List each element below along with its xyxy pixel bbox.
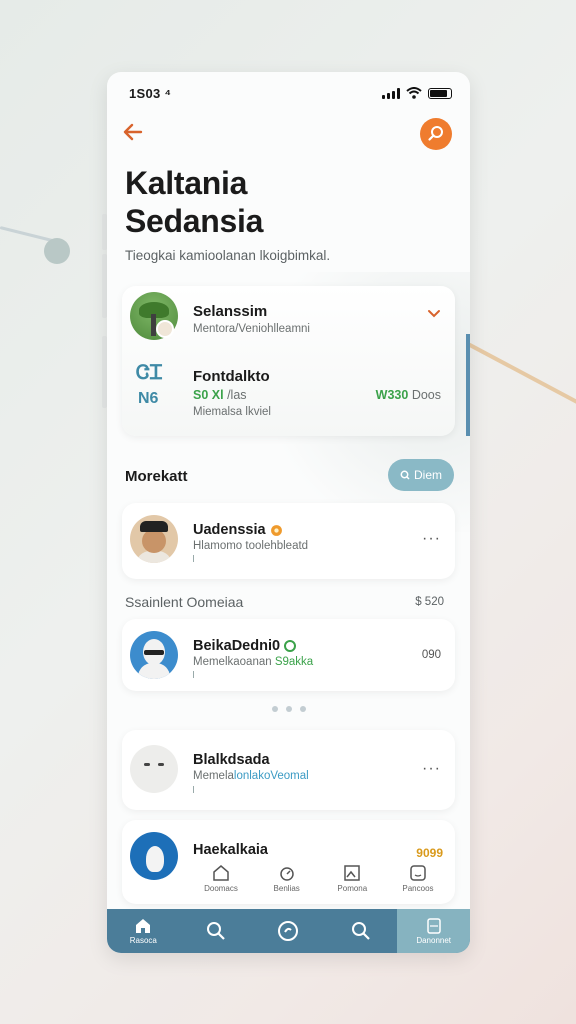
status-bar: 1S03 ⁴ [129, 84, 452, 102]
search-icon [206, 922, 225, 940]
feature-sub: Miemalsa lkviel [193, 406, 271, 418]
title-line-1: Kaltania [125, 165, 248, 201]
mini-nav-label: Doomacs [204, 884, 238, 893]
home-icon [213, 865, 229, 881]
more-icon[interactable]: ··· [422, 760, 441, 778]
mini-nav-timer[interactable]: Benlias [258, 864, 316, 893]
tab-label: Danonnet [416, 935, 452, 945]
timer-icon [279, 867, 294, 881]
list-item[interactable]: Uadenssia Hlamomo toolehbleatd ··· [122, 503, 455, 579]
status-time: 1S03 ⁴ [129, 85, 172, 101]
person-name-text: Uadenssia [193, 522, 266, 538]
tab-documents[interactable]: Danonnet [397, 909, 470, 953]
person-sub: Hlamomo toolehbleatd [193, 540, 309, 552]
list-item[interactable]: Haekalkaia 9099 Doomacs Benlias Pomona P… [122, 820, 455, 904]
section-title: Morekatt [125, 468, 188, 485]
compass-icon [278, 921, 299, 941]
page-subtitle: Tieogkai kamioolanan lkoigbimkal. [125, 248, 331, 263]
person-name: Blalkdsada [193, 752, 270, 768]
face-icon [410, 865, 426, 881]
image-icon [344, 865, 361, 881]
pill-label: Diem [413, 468, 442, 482]
right-value-unit: Doos [411, 388, 441, 402]
feature-value-highlight: S0 Xl [193, 388, 224, 402]
person-name-text: BeikaDedni0 [193, 638, 281, 654]
search-button[interactable] [420, 118, 452, 150]
chevron-down-icon[interactable] [427, 306, 441, 323]
online-icon [284, 640, 297, 652]
person-value: 9099 [416, 846, 443, 860]
person-sub: MemelalonlakoVeomal [193, 770, 309, 782]
mini-nav-label: Benlias [273, 884, 300, 893]
person-sub-text: Memelkaoanan [193, 656, 275, 668]
home-icon [136, 918, 151, 933]
person-value: 090 [421, 649, 441, 661]
signal-icon [382, 87, 400, 99]
tab-search[interactable] [180, 909, 253, 953]
feature-code: N6 [138, 390, 159, 407]
tab-search-2[interactable] [325, 909, 398, 953]
summary-sub: Mentora/Veniohlleamni [193, 323, 310, 335]
group-label: Ssainlent Oomeiaa [125, 594, 244, 610]
avatar [130, 515, 178, 563]
mini-nav-label: Pomona [337, 884, 368, 893]
person-name: Uadenssia [193, 522, 283, 538]
back-arrow-icon[interactable] [121, 120, 147, 146]
background-blob [44, 238, 70, 264]
page-indicator [107, 706, 470, 712]
person-sub: Memelkaoanan S9akka [193, 656, 313, 668]
search-icon [352, 922, 370, 940]
search-icon [428, 126, 443, 141]
filter-pill-button[interactable]: Diem [388, 459, 454, 491]
feature-right-value: W330 Doos [376, 388, 441, 402]
list-item[interactable]: Blalkdsada MemelalonlakoVeomal ··· [122, 730, 455, 810]
bottom-tab-bar: Rasoca Danonnet [107, 909, 470, 953]
feature-title: Fontdalkto [193, 368, 270, 385]
mini-nav-home[interactable]: Doomacs [192, 864, 250, 893]
tab-label: Rasoca [129, 935, 157, 945]
mini-nav: Doomacs Benlias Pomona Pancoos [192, 864, 447, 893]
right-value-highlight: W330 [375, 388, 409, 402]
person-name-text: Haekalkaia [193, 842, 268, 858]
summary-card[interactable]: Selanssim Mentora/Veniohlleamni ᏣᏆ N6 Fo… [122, 286, 455, 436]
person-sub-text: Memela [193, 770, 234, 782]
scroll-accent [466, 334, 470, 436]
more-icon[interactable]: ··· [422, 530, 441, 548]
person-name: BeikaDedni0 [193, 638, 297, 654]
list-item[interactable]: BeikaDedni0 Memelkaoanan S9akka 090 [122, 619, 455, 691]
phone-screen: 1S03 ⁴ Kaltania Sedansia Tieogkai kamioo… [107, 72, 470, 953]
tab-explore[interactable] [252, 909, 325, 953]
document-icon [426, 917, 441, 934]
group-value: $ 520 [415, 596, 444, 608]
search-icon [400, 470, 410, 480]
page-title: Kaltania Sedansia [125, 164, 263, 240]
summary-name: Selanssim [193, 303, 268, 320]
title-line-2: Sedansia [125, 203, 264, 239]
feature-value-unit: /las [227, 388, 247, 402]
mini-nav-profile[interactable]: Pancoos [389, 864, 447, 893]
mini-nav-label: Pancoos [402, 884, 434, 893]
wifi-icon [406, 87, 422, 99]
avatar-badge [156, 320, 174, 338]
avatar [130, 745, 178, 793]
feature-glyph: ᏣᏆ [136, 362, 163, 384]
flower-icon [270, 524, 282, 536]
avatar [130, 832, 178, 880]
background-line-accent [467, 342, 576, 407]
battery-icon [428, 87, 452, 99]
mini-nav-image[interactable]: Pomona [323, 864, 381, 893]
tab-home[interactable]: Rasoca [107, 909, 180, 953]
person-name: Haekalkaia [193, 842, 268, 858]
person-sub-highlight: lonlakoVeomal [233, 770, 309, 782]
feature-value: S0 Xl /las [193, 388, 247, 402]
person-name-text: Blalkdsada [193, 752, 270, 768]
person-sub-highlight: S9akka [274, 656, 314, 668]
avatar [130, 631, 178, 679]
